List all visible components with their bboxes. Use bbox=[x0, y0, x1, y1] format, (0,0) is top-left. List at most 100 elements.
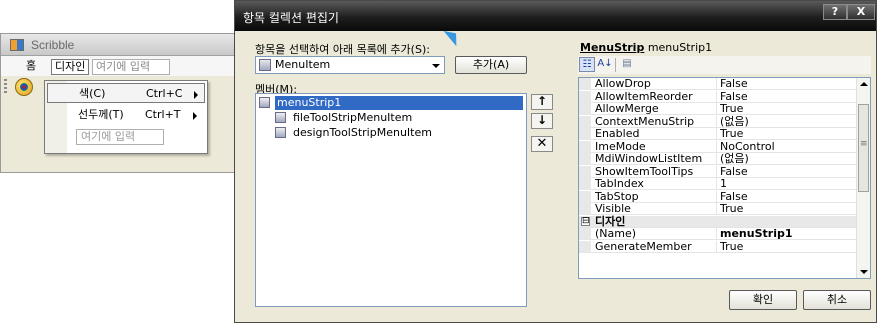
list-item-label: menuStrip1 bbox=[275, 96, 523, 110]
dialog-title-bar[interactable]: 항목 컬렉션 편집기 ? X bbox=[235, 1, 876, 31]
dropdown-type-here[interactable]: 여기에 입력 bbox=[76, 129, 164, 145]
property-pages-icon[interactable]: ▤ bbox=[619, 57, 635, 72]
property-value[interactable]: False bbox=[720, 165, 748, 178]
property-row[interactable]: Visible True bbox=[579, 203, 857, 215]
remove-button[interactable]: ✕ bbox=[531, 136, 553, 152]
categorized-icon[interactable]: ☷ bbox=[579, 57, 595, 72]
toolbar-separator bbox=[615, 58, 616, 72]
scroll-thumb[interactable] bbox=[858, 104, 869, 192]
property-grid: AllowDrop False AllowItemReorder False Allow… bbox=[578, 77, 871, 279]
property-name: TabStop bbox=[593, 190, 717, 203]
property-value[interactable]: False bbox=[720, 90, 748, 103]
properties-toolbar: ☷ A↓ ▤ bbox=[578, 56, 871, 74]
move-up-button[interactable]: ↑ bbox=[531, 94, 553, 110]
property-value[interactable]: True bbox=[720, 203, 743, 215]
dialog-title: 항목 컬렉션 편집기 bbox=[243, 11, 339, 25]
property-name: (Name) bbox=[593, 228, 717, 240]
property-value[interactable]: True bbox=[720, 240, 743, 253]
add-button[interactable]: 추가(A) bbox=[455, 56, 527, 74]
menu-item-label: 색(C) bbox=[79, 87, 106, 100]
properties-header: MenuStrip menuStrip1 bbox=[580, 41, 712, 54]
scroll-down-icon[interactable] bbox=[860, 270, 868, 274]
menu-item-line-width[interactable]: 선두께(T) Ctrl+T bbox=[47, 105, 205, 125]
cancel-button[interactable]: 취소 bbox=[803, 290, 871, 310]
toolstrip-grip-icon[interactable] bbox=[4, 79, 7, 95]
property-name: ImeMode bbox=[593, 140, 717, 153]
property-value[interactable]: True bbox=[720, 103, 743, 115]
menu-type-here[interactable]: 여기에 입력 bbox=[92, 59, 170, 75]
property-row[interactable]: GenerateMember True bbox=[579, 240, 857, 253]
item-type-value: MenuItem bbox=[275, 58, 331, 71]
property-row[interactable]: (Name) menuStrip1 bbox=[579, 228, 857, 240]
menu-item-type-icon bbox=[259, 59, 271, 71]
property-category-row[interactable]: ⊟ 디자인 bbox=[579, 214, 857, 228]
property-value[interactable]: False bbox=[720, 190, 748, 203]
row-margin bbox=[579, 190, 591, 203]
property-name: AllowItemReorder bbox=[593, 90, 717, 103]
app-icon bbox=[10, 39, 24, 51]
collapse-icon[interactable]: ⊟ bbox=[581, 216, 590, 226]
chevron-down-icon[interactable] bbox=[432, 64, 440, 68]
scribble-title: Scribble bbox=[31, 38, 75, 52]
menu-item-shortcut: Ctrl+T bbox=[145, 108, 181, 121]
property-name: MdiWindowListItem bbox=[593, 153, 717, 165]
menu-design[interactable]: 디자인 bbox=[51, 59, 90, 75]
property-value[interactable]: menuStrip1 bbox=[720, 228, 793, 240]
property-name: AllowMerge bbox=[593, 103, 717, 115]
selected-object-type: MenuStrip bbox=[580, 41, 645, 54]
menu-item-icon bbox=[275, 112, 286, 123]
submenu-arrow-icon bbox=[194, 91, 198, 99]
scribble-title-bar[interactable]: Scribble bbox=[1, 34, 234, 56]
property-row[interactable]: ContextMenuStrip (없음) bbox=[579, 115, 857, 128]
category-name: 디자인 bbox=[595, 214, 626, 228]
help-button[interactable]: ? bbox=[823, 4, 847, 20]
property-value[interactable]: (없음) bbox=[720, 115, 749, 128]
property-name: AllowDrop bbox=[593, 78, 717, 90]
scroll-up-icon[interactable] bbox=[860, 82, 868, 86]
list-item[interactable]: menuStrip1 bbox=[259, 96, 523, 110]
property-name: Visible bbox=[593, 203, 717, 215]
property-value[interactable]: 1 bbox=[720, 178, 727, 190]
menu-home[interactable]: 홈 bbox=[23, 59, 39, 75]
close-button[interactable]: X bbox=[847, 4, 875, 20]
property-row[interactable]: TabIndex 1 bbox=[579, 178, 857, 190]
property-row[interactable]: ShowItemToolTips False bbox=[579, 165, 857, 178]
menu-item-shortcut: Ctrl+C bbox=[146, 87, 183, 100]
property-value[interactable]: True bbox=[720, 128, 743, 140]
members-list[interactable]: menuStrip1 fileToolStripMenuItem designT… bbox=[255, 93, 527, 307]
row-margin bbox=[579, 103, 591, 115]
property-value[interactable]: (없음) bbox=[720, 153, 749, 165]
selected-object-name: menuStrip1 bbox=[647, 41, 713, 54]
design-dropdown-menu: 색(C) Ctrl+C 선두께(T) Ctrl+T 여기에 입력 bbox=[44, 80, 208, 154]
row-margin bbox=[579, 78, 591, 90]
property-value[interactable]: NoControl bbox=[720, 140, 775, 153]
row-margin bbox=[579, 90, 591, 103]
menu-item-color[interactable]: 색(C) Ctrl+C bbox=[47, 83, 205, 103]
list-item-label: fileToolStripMenuItem bbox=[293, 111, 413, 124]
row-margin bbox=[579, 128, 591, 140]
property-row[interactable]: Enabled True bbox=[579, 128, 857, 140]
property-row[interactable]: TabStop False bbox=[579, 190, 857, 203]
move-down-button[interactable]: ↓ bbox=[531, 113, 553, 129]
property-row[interactable]: AllowDrop False bbox=[579, 78, 857, 90]
row-margin bbox=[579, 153, 591, 165]
property-row[interactable]: AllowMerge True bbox=[579, 103, 857, 115]
alphabetical-sort-icon[interactable]: A↓ bbox=[597, 57, 613, 72]
property-name: TabIndex bbox=[593, 178, 717, 190]
row-margin bbox=[579, 165, 591, 178]
palette-icon[interactable] bbox=[15, 78, 33, 96]
scribble-menu-bar: 홈 디자인 여기에 입력 bbox=[1, 56, 234, 76]
property-grid-scrollbar[interactable] bbox=[856, 78, 870, 278]
property-value[interactable]: False bbox=[720, 78, 748, 90]
property-name: Enabled bbox=[593, 128, 717, 140]
menu-item-icon bbox=[275, 127, 286, 138]
submenu-arrow-icon bbox=[193, 112, 197, 120]
ok-button[interactable]: 확인 bbox=[729, 290, 797, 310]
property-row[interactable]: MdiWindowListItem (없음) bbox=[579, 153, 857, 165]
property-row[interactable]: AllowItemReorder False bbox=[579, 90, 857, 103]
item-type-combobox[interactable]: MenuItem bbox=[255, 56, 445, 74]
collection-editor-dialog: 항목 컬렉션 편집기 ? X 항목을 선택하여 아래 목록에 추가(S): Me… bbox=[234, 0, 877, 323]
row-margin bbox=[579, 140, 591, 153]
property-row[interactable]: ImeMode NoControl bbox=[579, 140, 857, 153]
row-margin bbox=[579, 203, 591, 215]
